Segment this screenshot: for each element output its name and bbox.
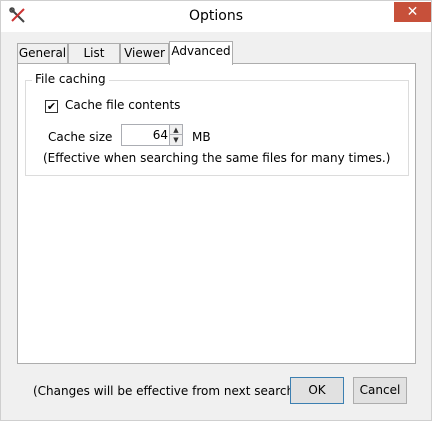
tab-general[interactable]: General (17, 43, 68, 64)
options-dialog: Options ✕ General List Viewer Advanced F… (0, 0, 432, 421)
close-button[interactable]: ✕ (394, 2, 431, 22)
advanced-panel: File caching ✔ Cache file contents Cache… (17, 63, 416, 364)
group-title: File caching (32, 72, 109, 86)
tab-viewer[interactable]: Viewer (120, 43, 169, 64)
cache-size-unit: MB (192, 130, 211, 144)
cache-note: (Effective when searching the same files… (43, 151, 391, 165)
cache-size-spinbox[interactable]: 64 ▲ ▼ (121, 124, 183, 146)
cancel-button[interactable]: Cancel (353, 377, 407, 404)
spin-buttons: ▲ ▼ (169, 125, 182, 145)
cache-contents-label[interactable]: Cache file contents (65, 98, 180, 112)
close-icon: ✕ (406, 4, 419, 20)
file-caching-group: File caching ✔ Cache file contents Cache… (25, 72, 409, 176)
window-title: Options (188, 8, 244, 24)
spin-up-icon[interactable]: ▲ (170, 125, 182, 135)
tab-advanced[interactable]: Advanced (169, 41, 233, 65)
cache-size-value[interactable]: 64 (122, 128, 168, 142)
cache-contents-checkbox[interactable]: ✔ (45, 100, 58, 113)
tab-list[interactable]: List (68, 43, 120, 64)
spin-down-icon[interactable]: ▼ (170, 135, 182, 145)
footer-note: (Changes will be effective from next sea… (33, 384, 303, 398)
cache-size-label: Cache size (48, 130, 113, 144)
title-bar: Options ✕ (1, 1, 431, 32)
ok-button[interactable]: OK (290, 377, 344, 404)
